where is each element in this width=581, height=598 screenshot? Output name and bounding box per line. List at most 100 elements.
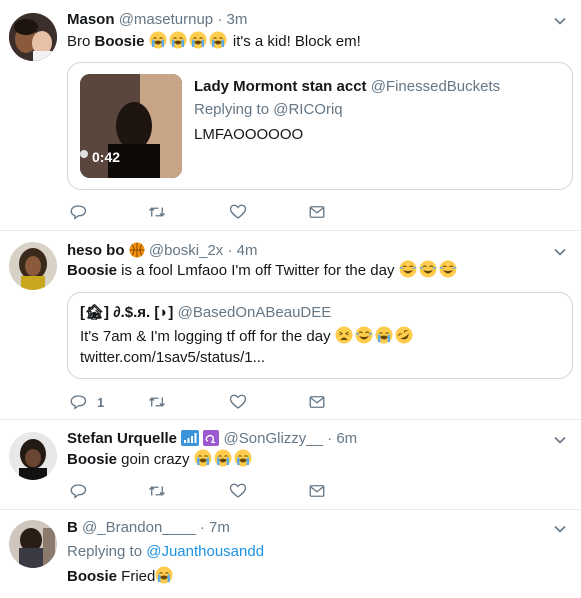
joy-emoji-icon [419,260,437,278]
tweet[interactable]: Stefan Urquelle @SonGlizzy__ · 6m Boosie… [0,420,581,510]
quoted-link[interactable]: twitter.com/1sav5/status/1... [80,348,265,368]
display-name[interactable]: Stefan Urquelle [67,430,177,447]
like-icon [229,393,247,411]
quoted-display-name[interactable]: Lady Mormont stan acct [194,78,367,95]
tweet-text: Bro Boosie it's a kid! Block em! [67,31,361,52]
crying-emoji-icon [149,31,167,49]
leo-sign-icon [203,430,220,446]
crying-emoji-icon [375,326,393,344]
avatar[interactable] [9,242,57,290]
quoted-reply-context: Replying to @RICOriq [194,100,343,120]
reply-button[interactable] [69,481,87,501]
quoted-tweet[interactable]: 0:42 Lady Mormont stan acct @FinessedBuc… [67,62,573,190]
crying-emoji-icon [189,31,207,49]
tweet[interactable]: B @_Brandon____ · 7m Replying to @Juanth… [0,510,581,598]
reply-mention[interactable]: @Juanthousandd [146,543,264,560]
avatar[interactable] [9,520,57,568]
avatar[interactable] [9,13,57,61]
quoted-user-handle[interactable]: @FinessedBuckets [371,78,500,95]
user-handle[interactable]: @_Brandon____ [82,519,196,536]
video-thumbnail[interactable]: 0:42 [80,74,182,178]
tweet-actions: 1 [67,392,547,412]
bold-word: Boosie [67,262,118,279]
retweet-icon [148,203,166,221]
message-button[interactable] [308,481,326,501]
quoted-tweet[interactable]: [🏚] ∂.$.я. [◗] @BasedOnABeauDEE It's 7am… [67,292,573,379]
tweet-header: Mason @maseturnup · 3m [67,10,247,30]
text-segment: is a fool Lmfaoo I'm off Twitter for the… [117,262,399,279]
reply-prefix: Replying to [194,101,274,118]
bold-word: Boosie [67,451,118,468]
crying-emoji-icon [155,566,173,584]
signal-bars-icon [181,430,200,446]
reply-count: 1 [97,394,105,410]
reply-icon [69,393,87,411]
like-button[interactable] [229,202,247,222]
retweet-button[interactable] [148,392,166,412]
reply-icon [69,203,87,221]
quoted-header: Lady Mormont stan acct @FinessedBuckets [194,77,500,97]
text-segment: goin crazy [117,451,194,468]
separator-dot: · [327,430,333,447]
retweet-button[interactable] [148,481,166,501]
text-segment: Fried [117,568,156,585]
like-button[interactable] [229,481,247,501]
text-segment: it's a kid! Block em! [228,33,361,50]
display-name[interactable]: heso bo [67,242,125,259]
tired-emoji-icon [335,326,353,344]
like-button[interactable] [229,392,247,412]
text-segment: Bro [67,33,95,50]
like-icon [229,203,247,221]
reply-button[interactable]: 1 [69,392,104,412]
crying-emoji-icon [169,31,187,49]
tweet-text: Boosie goin crazy [67,449,254,470]
quoted-user-handle[interactable]: @BasedOnABeauDEE [178,304,332,321]
reply-icon [69,482,87,500]
reply-mention[interactable]: @RICOriq [273,101,342,118]
reply-context: Replying to @Juanthousandd [67,542,264,562]
like-icon [229,482,247,500]
crying-emoji-icon [209,31,227,49]
quoted-text: It's 7am & I'm logging tf off for the da… [80,326,415,347]
timestamp[interactable]: 4m [237,242,258,259]
video-duration: 0:42 [92,149,121,165]
retweet-button[interactable] [148,202,166,222]
rofl-emoji-icon [395,326,413,344]
retweet-icon [148,393,166,411]
user-handle[interactable]: @maseturnup [119,11,213,28]
crying-emoji-icon [194,449,212,467]
chevron-down-icon[interactable] [553,245,567,259]
display-name[interactable]: Mason [67,11,115,28]
chevron-down-icon[interactable] [553,14,567,28]
message-button[interactable] [308,392,326,412]
chevron-down-icon[interactable] [553,522,567,536]
timestamp[interactable]: 6m [336,430,357,447]
chevron-down-icon[interactable] [553,433,567,447]
tweet-actions [67,202,547,222]
basketball-icon [129,242,145,258]
tweet-text: Boosie Fried [67,566,175,587]
quoted-display-name[interactable]: [🏚] ∂.$.я. [◗] [80,304,173,321]
quoted-text: LMFAOOOOOO [194,126,304,143]
crying-emoji-icon [234,449,252,467]
message-icon [308,393,326,411]
timestamp[interactable]: 7m [209,519,230,536]
user-handle[interactable]: @SonGlizzy__ [224,430,323,447]
avatar[interactable] [9,432,57,480]
tweet-header: Stefan Urquelle @SonGlizzy__ · 6m [67,429,357,449]
quoted-header: [🏚] ∂.$.я. [◗] @BasedOnABeauDEE [80,303,331,323]
message-icon [308,203,326,221]
message-icon [308,482,326,500]
tweet-header: B @_Brandon____ · 7m [67,518,230,538]
user-handle[interactable]: @boski_2x [149,242,223,259]
message-button[interactable] [308,202,326,222]
display-name[interactable]: B [67,519,78,536]
bold-word: Boosie [67,568,118,585]
tweet[interactable]: heso bo @boski_2x · 4m Boosie is a fool … [0,231,581,420]
retweet-icon [148,482,166,500]
tweet[interactable]: Mason @maseturnup · 3m Bro Boosie it's a… [0,0,581,231]
reply-button[interactable] [69,202,87,222]
separator-dot: · [227,242,233,259]
timestamp[interactable]: 3m [226,11,247,28]
joy-emoji-icon [355,326,373,344]
